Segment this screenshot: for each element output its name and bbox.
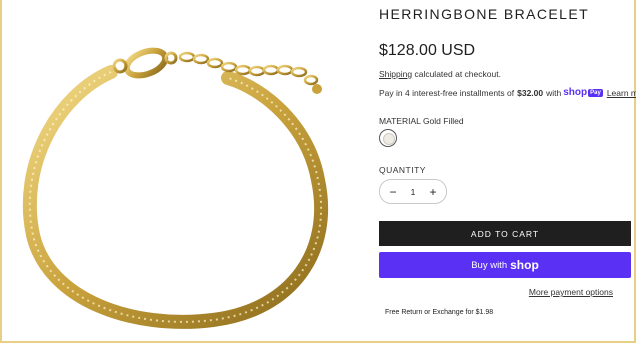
material-label: MATERIAL Gold Filled (379, 116, 464, 126)
add-to-cart-button[interactable]: ADD TO CART (379, 221, 631, 246)
decrease-quantity-button[interactable]: − (387, 186, 399, 198)
free-return-note: Free Return or Exchange for $1.98 (385, 309, 494, 316)
bracelet-illustration (22, 47, 329, 329)
more-payment-options-link[interactable]: More payment options (529, 287, 613, 297)
quantity-stepper: − 1 + (379, 179, 447, 204)
product-price: $128.00 USD (379, 42, 476, 59)
shipping-info: Shipping calculated at checkout. (379, 69, 501, 79)
shop-pay-badge: Pay (588, 88, 603, 97)
learn-more-link[interactable]: Learn more (607, 88, 636, 98)
installment-amount: $32.00 (517, 87, 544, 98)
product-title: HERRINGBONE BRACELET (379, 6, 590, 22)
installments-text: Pay in 4 interest-free installments of (379, 87, 515, 98)
shipping-text: calculated at checkout. (414, 69, 501, 79)
installments-info: Pay in 4 interest-free installments of $… (379, 87, 636, 98)
quantity-input[interactable]: 1 (411, 187, 416, 197)
material-value: Gold Filled (422, 116, 464, 126)
product-image (3, 0, 371, 341)
buy-with-text: Buy with (471, 259, 508, 271)
installments-with: with (546, 87, 562, 98)
material-label-text: MATERIAL (379, 116, 421, 126)
buy-with-shop-button[interactable]: Buy with shop (379, 252, 631, 278)
shipping-link[interactable]: Shipping (379, 69, 412, 79)
material-swatch-gold-filled[interactable] (379, 129, 397, 147)
increase-quantity-button[interactable]: + (427, 186, 439, 198)
shop-logo: shop (510, 258, 539, 272)
quantity-label: QUANTITY (379, 165, 426, 175)
shop-pay-logo: shop (563, 87, 588, 98)
